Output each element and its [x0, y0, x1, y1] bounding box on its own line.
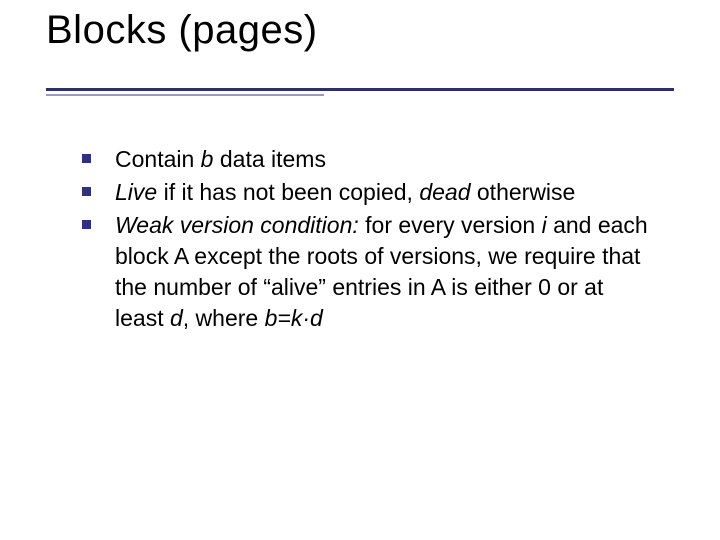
italic-run: Weak version condition:: [115, 212, 365, 238]
list-item: Weak version condition: for every versio…: [82, 210, 652, 334]
italic-run: b=k·d: [265, 305, 323, 331]
divider-long: [46, 88, 674, 91]
slide: Blocks (pages) Contain b data items Live…: [0, 0, 720, 540]
bullet-text: Live if it has not been copied, dead oth…: [115, 177, 575, 208]
bullet-icon: [82, 154, 91, 163]
list-item: Live if it has not been copied, dead oth…: [82, 177, 652, 208]
divider-short: [46, 94, 324, 96]
italic-run: Live: [115, 179, 157, 205]
text-run: , where: [183, 305, 265, 331]
bullet-text: Weak version condition: for every versio…: [115, 210, 652, 334]
list-item: Contain b data items: [82, 144, 652, 175]
italic-run: b: [201, 146, 214, 172]
slide-body: Contain b data items Live if it has not …: [82, 144, 652, 336]
italic-run: d: [170, 305, 183, 331]
text-run: Contain: [115, 146, 201, 172]
text-run: for every version: [365, 212, 541, 238]
text-run: data items: [213, 146, 326, 172]
italic-run: dead: [419, 179, 470, 205]
bullet-icon: [82, 187, 91, 196]
slide-title: Blocks (pages): [46, 8, 318, 53]
text-run: if it has not been copied,: [157, 179, 419, 205]
bullet-text: Contain b data items: [115, 144, 326, 175]
text-run: otherwise: [471, 179, 576, 205]
bullet-icon: [82, 220, 91, 229]
